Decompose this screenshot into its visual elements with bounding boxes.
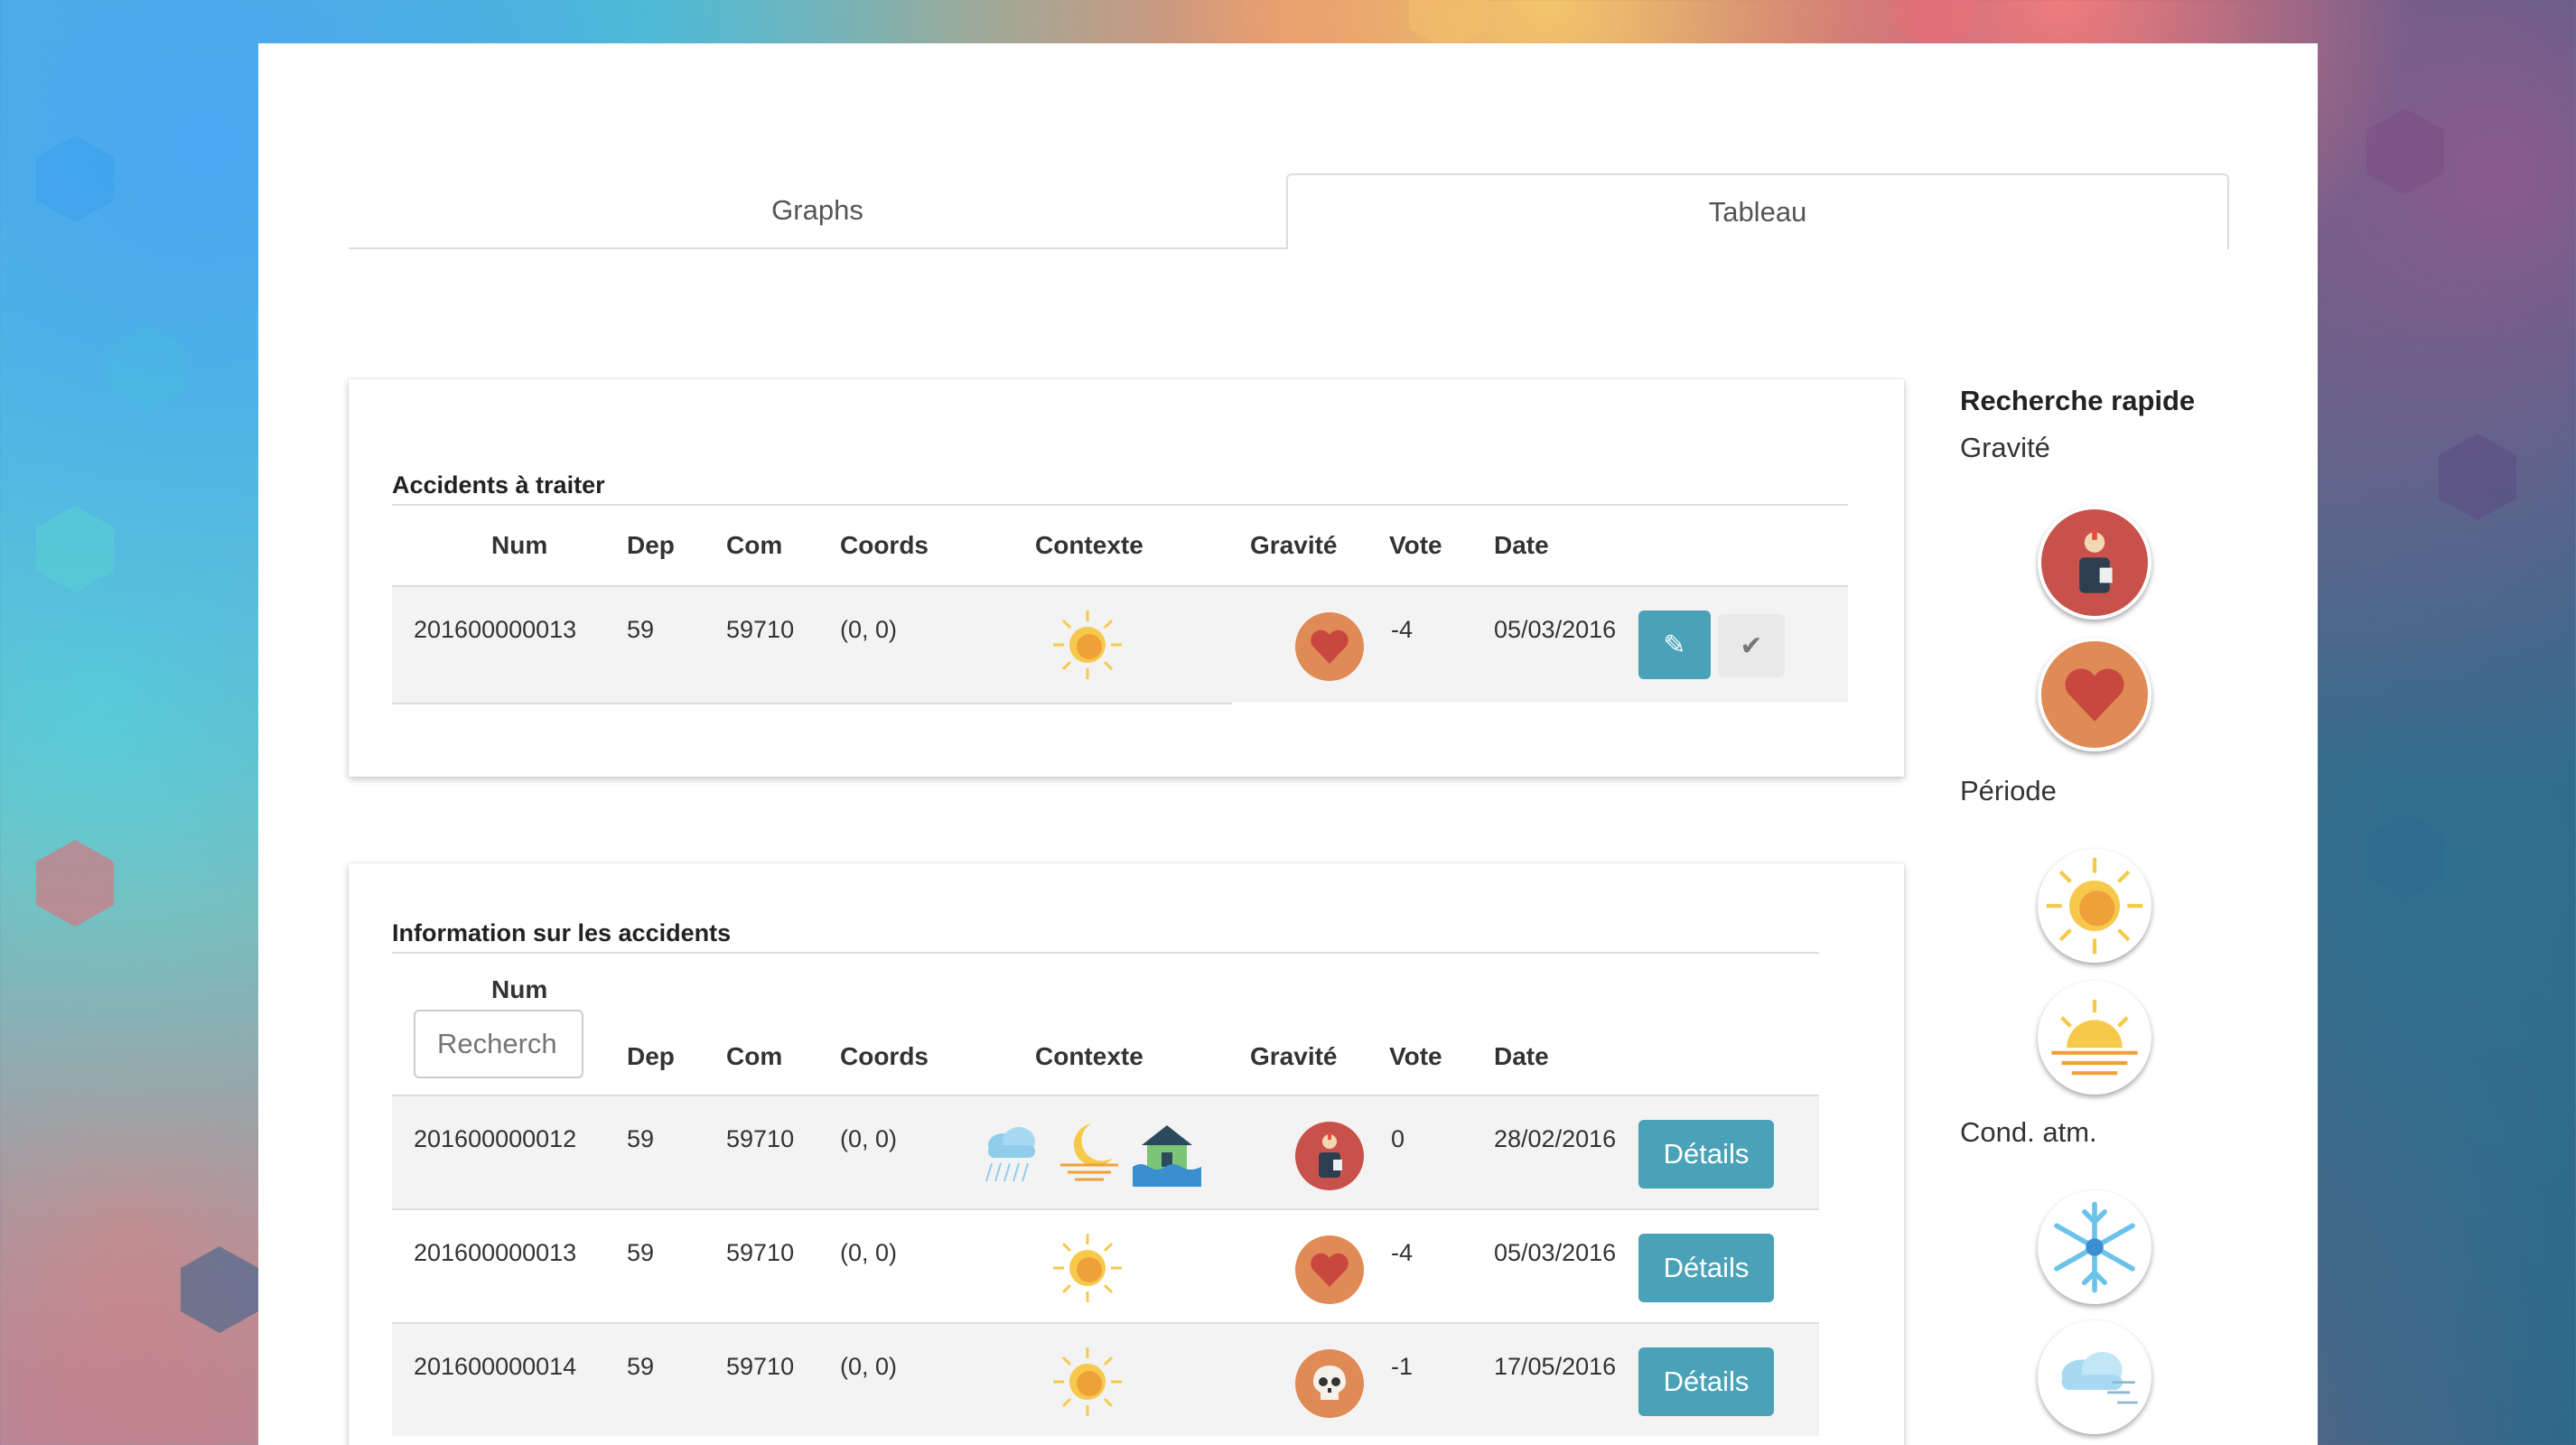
cell-vote: -4	[1391, 1239, 1414, 1266]
sun-icon	[1053, 611, 1122, 679]
header-num: Num	[491, 531, 548, 559]
heart-icon[interactable]	[2038, 638, 2151, 751]
header-contexte: Contexte	[1035, 1042, 1143, 1070]
details-button[interactable]: Détails	[1638, 1234, 1774, 1302]
cell-coords: (0, 0)	[840, 1125, 898, 1152]
header-coords: Coords	[840, 1042, 929, 1070]
header-dep: Dep	[627, 531, 675, 559]
header-date: Date	[1494, 1042, 1549, 1070]
cell-dep: 59	[627, 1353, 655, 1380]
cell-date: 17/05/2016	[1494, 1353, 1617, 1380]
cell-date: 05/03/2016	[1494, 616, 1617, 643]
header-date: Date	[1494, 531, 1549, 559]
header-com: Com	[726, 531, 783, 559]
table-row: 201600000013 59 59710 (0, 0) -4 05/03/20…	[392, 1210, 1819, 1322]
sidebar-label-cond-atm: Cond. atm.	[1960, 1116, 2097, 1148]
header-contexte: Contexte	[1035, 531, 1143, 559]
cell-dep: 59	[627, 1125, 655, 1152]
cell-num: 201600000013	[414, 616, 577, 643]
heart-icon	[1295, 612, 1364, 681]
pending-accidents-panel: Accidents à traiter Num Dep Com Coords C…	[349, 379, 1904, 777]
sidebar-title: Recherche rapide	[1960, 385, 2196, 416]
details-button[interactable]: Détails	[1638, 1347, 1774, 1416]
snowflake-icon[interactable]	[2038, 1190, 2151, 1304]
rain-cloud-icon	[985, 1127, 1035, 1182]
cell-num: 201600000014	[414, 1353, 577, 1380]
cell-com: 59710	[726, 1353, 795, 1380]
header-com: Com	[726, 1042, 783, 1070]
header-gravite: Gravité	[1250, 1042, 1338, 1070]
cell-dep: 59	[627, 616, 655, 643]
cell-com: 59710	[726, 616, 795, 643]
header-vote: Vote	[1389, 531, 1442, 559]
cell-date: 28/02/2016	[1494, 1125, 1617, 1152]
accidents-info-panel: Information sur les accidents Num Dep Co…	[349, 863, 1904, 1445]
injured-person-icon[interactable]	[2038, 506, 2151, 620]
sun-icon[interactable]	[2038, 849, 2151, 963]
sunset-icon[interactable]	[2038, 981, 2151, 1095]
table-row: 201600000012 59 59710 (0, 0) 0 28/02/201…	[392, 1096, 1819, 1208]
moon-sunset-icon	[1060, 1123, 1118, 1181]
cell-num: 201600000013	[414, 1239, 577, 1266]
cell-date: 05/03/2016	[1494, 1239, 1617, 1266]
sun-icon	[1053, 1234, 1122, 1302]
header-num: Num	[491, 975, 548, 1003]
validate-button[interactable]: ✔	[1718, 614, 1785, 677]
title-divider	[392, 504, 1848, 506]
details-button[interactable]: Détails	[1638, 1120, 1774, 1189]
tab-tableau[interactable]: Tableau	[1286, 173, 2229, 249]
skull-icon	[1295, 1349, 1364, 1418]
cell-com: 59710	[726, 1125, 795, 1152]
num-search-input[interactable]	[414, 1010, 583, 1078]
injured-person-icon	[1295, 1122, 1364, 1190]
header-vote: Vote	[1389, 1042, 1442, 1070]
cell-com: 59710	[726, 1239, 795, 1266]
pencil-icon: ✎	[1663, 629, 1686, 660]
flooded-house-icon	[1133, 1125, 1201, 1187]
cell-num: 201600000012	[414, 1125, 577, 1152]
pending-title: Accidents à traiter	[392, 471, 605, 499]
cell-vote: -4	[1391, 616, 1414, 643]
sidebar-label-gravite: Gravité	[1960, 432, 2050, 463]
cell-coords: (0, 0)	[840, 1239, 898, 1266]
title-divider	[392, 952, 1819, 954]
header-coords: Coords	[840, 531, 929, 559]
cell-dep: 59	[627, 1239, 655, 1266]
table-row: 201600000014 59 59710 (0, 0) -1 17/05/20…	[392, 1324, 1819, 1436]
main-card: Graphs Tableau Accidents à traiter Num D…	[258, 43, 2318, 1445]
tab-bar: Graphs Tableau	[349, 130, 2229, 249]
check-icon: ✔	[1740, 630, 1763, 661]
header-dep: Dep	[627, 1042, 675, 1070]
cell-coords: (0, 0)	[840, 616, 898, 643]
cell-coords: (0, 0)	[840, 1353, 898, 1380]
tab-graphs[interactable]: Graphs	[349, 173, 1286, 249]
sun-icon	[1053, 1347, 1122, 1416]
info-title: Information sur les accidents	[392, 919, 732, 946]
table-row: 201600000013 59 59710 (0, 0) -4 05/03/20…	[392, 587, 1848, 703]
heart-icon	[1295, 1235, 1364, 1304]
edit-button[interactable]: ✎	[1638, 611, 1711, 679]
sidebar-label-periode: Période	[1960, 775, 2057, 806]
header-gravite: Gravité	[1250, 531, 1338, 559]
cell-vote: -1	[1391, 1353, 1414, 1380]
cell-vote: 0	[1391, 1125, 1405, 1152]
row-divider	[392, 703, 1232, 704]
wind-cloud-icon[interactable]	[2038, 1320, 2151, 1434]
